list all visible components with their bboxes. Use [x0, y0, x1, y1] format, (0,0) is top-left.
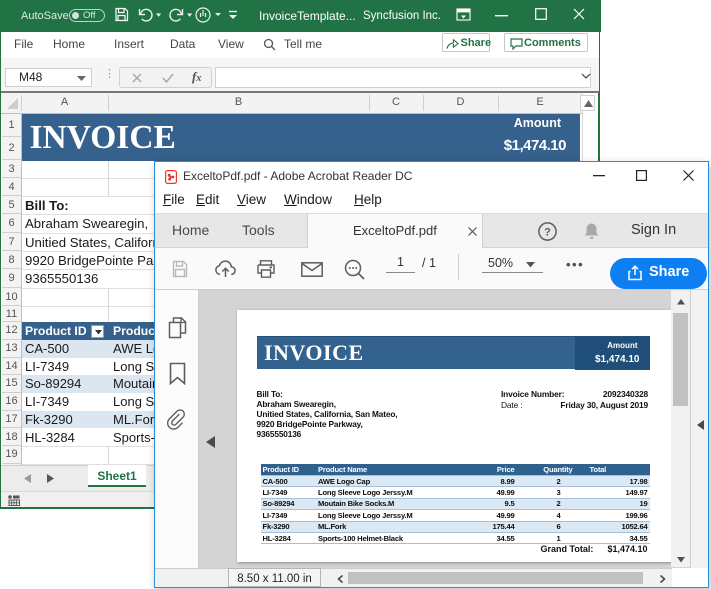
svg-text:?: ?	[544, 227, 551, 239]
